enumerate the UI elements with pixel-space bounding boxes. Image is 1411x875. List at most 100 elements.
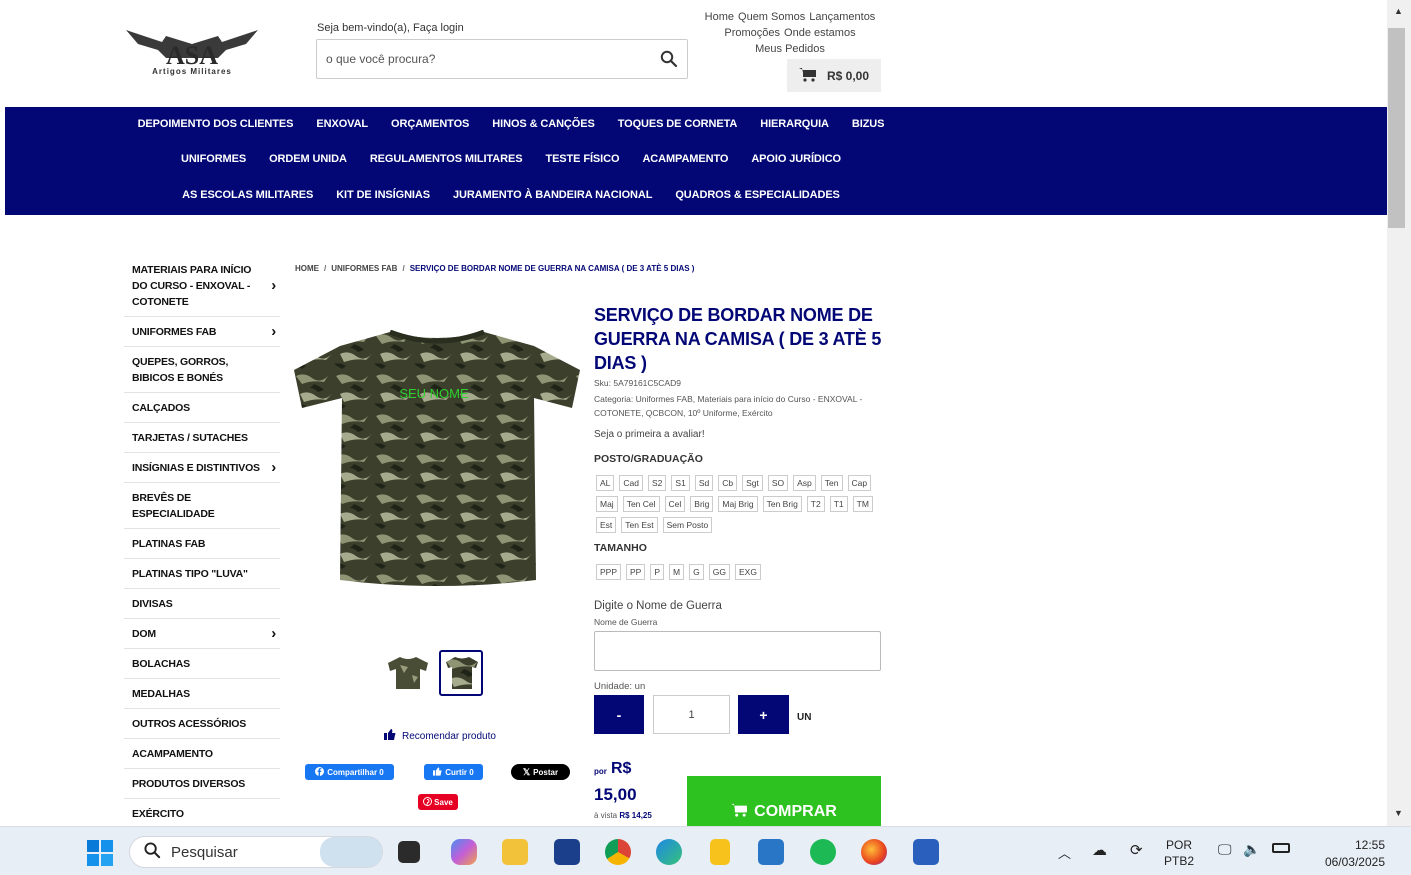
posto-option[interactable]: Sd (694, 475, 714, 491)
top-link[interactable]: Onde estamos (784, 27, 856, 39)
x-post-button[interactable]: 𝕏 Postar (511, 764, 570, 780)
chrome-icon[interactable] (605, 839, 631, 865)
sidebar-item[interactable]: CALÇADOS (124, 393, 280, 423)
recommend-product-link[interactable]: Recomendar produto (384, 729, 496, 743)
volume-icon[interactable]: 🔈 (1243, 841, 1260, 858)
posto-option[interactable]: Ten Brig (762, 496, 802, 512)
posto-option[interactable]: S2 (648, 475, 667, 491)
sidebar-item[interactable]: DIVISAS (124, 589, 280, 619)
scroll-thumb[interactable] (1388, 28, 1405, 228)
microsoft-store-icon[interactable] (554, 839, 580, 865)
page-scrollbar[interactable]: ▲ ▼ (1387, 0, 1411, 826)
network-icon[interactable]: 🖵 (1218, 841, 1232, 858)
quantity-decrease-button[interactable]: - (594, 695, 644, 734)
posto-option[interactable]: Cel (664, 496, 686, 512)
nome-guerra-input[interactable] (594, 631, 881, 671)
nav-item[interactable]: AS ESCOLAS MILITARES (182, 189, 313, 201)
breadcrumb-home[interactable]: HOME (295, 264, 319, 273)
posto-option[interactable]: Cb (718, 475, 738, 491)
battery-icon[interactable] (1272, 843, 1290, 853)
quantity-increase-button[interactable]: + (738, 695, 789, 734)
edge-icon[interactable] (656, 839, 682, 865)
posto-option[interactable]: Ten Cel (622, 496, 660, 512)
nav-item[interactable]: TOQUES DE CORNETA (618, 118, 738, 130)
posto-option[interactable]: Ten (820, 475, 843, 491)
sidebar-item[interactable]: EXÉRCITO (124, 799, 280, 826)
nav-item[interactable]: APOIO JURÍDICO (751, 153, 841, 165)
top-link[interactable]: Promoções (724, 27, 780, 39)
spotify-icon[interactable] (810, 839, 836, 865)
onedrive-icon[interactable]: ☁ (1092, 841, 1107, 859)
posto-option[interactable]: Sgt (742, 475, 763, 491)
clock[interactable]: 12:55 06/03/2025 (1305, 837, 1385, 871)
posto-option[interactable]: T2 (806, 496, 825, 512)
windows-start-icon[interactable] (87, 840, 113, 866)
scroll-down-arrow-icon[interactable]: ▼ (1394, 808, 1403, 818)
cart-button[interactable]: R$ 0,00 (787, 59, 881, 92)
sync-icon[interactable]: ⟳ (1130, 841, 1143, 859)
posto-option[interactable]: Maj (596, 496, 618, 512)
nav-item[interactable]: ORÇAMENTOS (391, 118, 469, 130)
buy-button[interactable]: COMPRAR (687, 776, 881, 826)
scroll-up-arrow-icon[interactable]: ▲ (1394, 6, 1403, 16)
copilot-icon[interactable] (451, 839, 477, 865)
nav-item[interactable]: ENXOVAL (316, 118, 368, 130)
tamanho-option[interactable]: M (669, 564, 685, 580)
sidebar-item[interactable]: TARJETAS / SUTACHES (124, 423, 280, 453)
sidebar-item[interactable]: DOM › (124, 619, 280, 649)
sidebar-item[interactable]: PLATINAS TIPO "LUVA" (124, 559, 280, 589)
file-explorer-icon[interactable] (502, 839, 528, 865)
sidebar-item[interactable]: UNIFORMES FAB › (124, 317, 280, 347)
chevron-up-icon[interactable]: ︿ (1058, 843, 1071, 862)
tamanho-option[interactable]: PPP (596, 564, 622, 580)
posto-option[interactable]: T1 (829, 496, 848, 512)
top-link[interactable]: Quem Somos (738, 11, 805, 23)
nav-item[interactable]: ACAMPAMENTO (642, 153, 728, 165)
top-link[interactable]: Meus Pedidos (755, 43, 825, 55)
posto-option[interactable]: S1 (671, 475, 690, 491)
posto-option[interactable]: Ten Est (621, 517, 658, 533)
sidebar-item[interactable]: MATERIAIS PARA INÍCIO DO CURSO - ENXOVAL… (124, 255, 280, 317)
remote-desktop-icon[interactable] (758, 839, 784, 865)
posto-option[interactable]: Asp (793, 475, 816, 491)
nav-item[interactable]: UNIFORMES (181, 153, 246, 165)
nav-item[interactable]: HIERARQUIA (760, 118, 829, 130)
nav-item[interactable]: KIT DE INSÍGNIAS (336, 189, 430, 201)
facebook-like-button[interactable]: Curtir 0 (424, 764, 483, 780)
posto-option[interactable]: TM (852, 496, 873, 512)
posto-option[interactable]: Sem Posto (662, 517, 713, 533)
nav-item[interactable]: ORDEM UNIDA (269, 153, 347, 165)
nav-item[interactable]: QUADROS & ESPECIALIDADES (675, 189, 840, 201)
posto-option[interactable]: Maj Brig (718, 496, 758, 512)
top-link[interactable]: Lançamentos (809, 11, 875, 23)
nav-item[interactable]: HINOS & CANÇÕES (492, 118, 595, 130)
nav-item[interactable]: TESTE FÍSICO (545, 153, 619, 165)
posto-option[interactable]: SO (767, 475, 789, 491)
firefox-icon[interactable] (861, 839, 887, 865)
sidebar-item[interactable]: ACAMPAMENTO (124, 739, 280, 769)
product-thumbnail-2[interactable] (439, 650, 483, 696)
posto-option[interactable]: Brig (690, 496, 714, 512)
sidebar-item[interactable]: INSÍGNIAS E DISTINTIVOS › (124, 453, 280, 483)
copilot-widget-icon[interactable] (320, 837, 382, 867)
facebook-share-button[interactable]: Compartilhar 0 (305, 764, 394, 780)
nav-item[interactable]: JURAMENTO À BANDEIRA NACIONAL (453, 189, 652, 201)
posto-option[interactable]: Est (596, 517, 617, 533)
task-view-icon[interactable] (398, 841, 420, 863)
sidebar-item[interactable]: BREVÊS DE ESPECIALIDADE (124, 483, 280, 529)
keep-notes-icon[interactable] (710, 839, 730, 865)
sidebar-item[interactable]: PRODUTOS DIVERSOS (124, 769, 280, 799)
review-prompt[interactable]: Seja o primeira a avaliar! (594, 429, 705, 440)
quantity-input[interactable]: 1 (653, 695, 730, 734)
tamanho-option[interactable]: P (650, 564, 665, 580)
product-thumbnail-1[interactable] (386, 655, 430, 691)
sidebar-item[interactable]: QUEPES, GORROS, BIBICOS E BONÉS (124, 347, 280, 393)
posto-option[interactable]: Cad (619, 475, 643, 491)
word-icon[interactable] (913, 839, 939, 865)
nav-item[interactable]: DEPOIMENTO DOS CLIENTES (138, 118, 294, 130)
posto-option[interactable]: Cap (847, 475, 872, 491)
search-icon[interactable] (660, 50, 678, 68)
language-indicator[interactable]: POR PTB2 (1164, 837, 1194, 869)
nav-item[interactable]: REGULAMENTOS MILITARES (370, 153, 523, 165)
welcome-login-link[interactable]: Seja bem-vindo(a), Faça login (317, 22, 464, 34)
